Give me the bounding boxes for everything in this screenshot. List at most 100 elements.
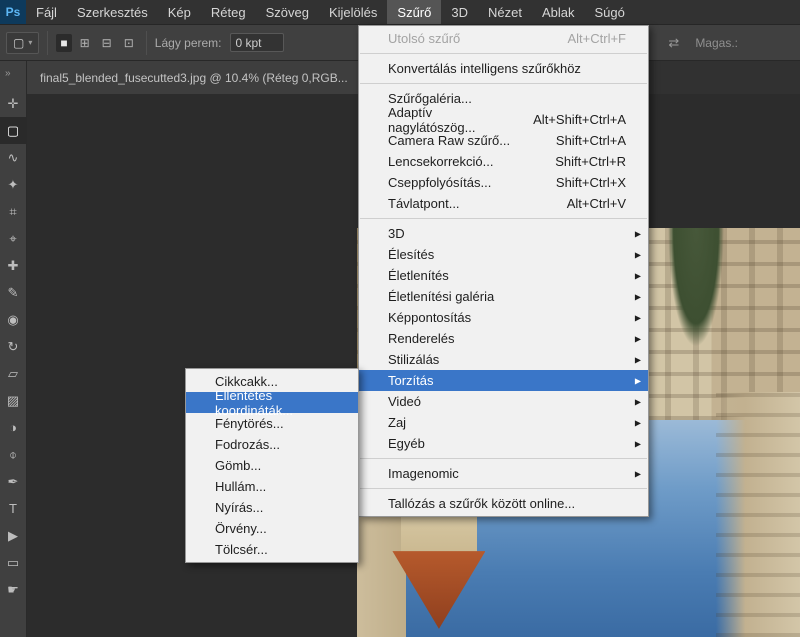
filter-menu-item[interactable]: ▶ xyxy=(360,488,647,489)
eyedropper-tool[interactable]: ⌖ xyxy=(0,225,27,252)
spot-healing-brush-tool[interactable]: ✚ xyxy=(0,252,27,279)
lasso-tool[interactable]: ∿ xyxy=(0,144,27,171)
filter-menu-item[interactable]: ▶ xyxy=(360,83,647,84)
filter-menu-item[interactable]: Camera Raw szűrő... Shift+Ctrl+A ▶ xyxy=(359,130,648,151)
menubar-item[interactable]: Kép xyxy=(158,0,201,24)
filter-menu-item[interactable]: 3D ▶ xyxy=(359,223,648,244)
filter-menu-item[interactable]: ▶ xyxy=(360,218,647,219)
menubar-item-label: Réteg xyxy=(211,5,246,20)
menubar-item[interactable]: Ablak xyxy=(532,0,585,24)
filter-menu-item[interactable]: Adaptív nagylátószög... Alt+Shift+Ctrl+A… xyxy=(359,109,648,130)
menubar-item[interactable]: Nézet xyxy=(478,0,532,24)
hand-tool[interactable]: ☛ xyxy=(0,576,27,603)
filter-menu-item[interactable]: Torzítás ▶ xyxy=(359,370,648,391)
toolbar-tools: ✛ ▢ ∿ ✦ ⌗ ⌖ ✚ xyxy=(0,90,27,603)
feather-input[interactable] xyxy=(230,33,284,52)
add-to-selection-icon[interactable]: ⊞ xyxy=(76,34,94,52)
type-tool[interactable]: T xyxy=(0,495,27,522)
menubar-item-label: Szöveg xyxy=(266,5,309,20)
submenu-item[interactable]: Hullám... xyxy=(186,476,358,497)
eraser-tool[interactable]: ▱ xyxy=(0,360,27,387)
collapse-panel-icon[interactable]: » xyxy=(5,61,11,90)
filter-menu-item[interactable]: Távlatpont... Alt+Ctrl+V ▶ xyxy=(359,193,648,214)
filter-menu: Utolsó szűrő Alt+Ctrl+F ▶ ▶ Konvertálás … xyxy=(358,25,649,517)
document-tab[interactable]: final5_blended_fusecutted3.jpg @ 10.4% (… xyxy=(27,61,362,94)
rectangular-marquee-tool[interactable]: ▢ xyxy=(0,117,27,144)
swap-dimensions-icon[interactable]: ⇄ xyxy=(668,35,679,51)
submenu-item[interactable]: Nyírás... xyxy=(186,497,358,518)
menu-item-label: Lencsekorrekció... xyxy=(388,154,494,169)
menu-item-label: Hullám... xyxy=(215,479,266,494)
tool-icon: ▭ xyxy=(7,555,19,571)
menu-item-label: Egyéb xyxy=(388,436,425,451)
menu-item-label: Cseppfolyósítás... xyxy=(388,175,491,190)
menubar-item-label: Nézet xyxy=(488,5,522,20)
submenu-arrow-icon: ▶ xyxy=(635,397,641,406)
tool-icon: T xyxy=(9,501,17,516)
pen-tool[interactable]: ✒ xyxy=(0,468,27,495)
filter-menu-item[interactable]: Életlenítési galéria ▶ xyxy=(359,286,648,307)
filter-menu-item[interactable]: Élesítés ▶ xyxy=(359,244,648,265)
menu-item-label: Torzítás xyxy=(388,373,434,388)
history-brush-tool[interactable]: ↻ xyxy=(0,333,27,360)
tool-icon: ⌗ xyxy=(9,204,16,220)
quick-selection-tool[interactable]: ✦ xyxy=(0,171,27,198)
submenu-arrow-icon: ▶ xyxy=(635,418,641,427)
filter-menu-item[interactable]: Lencsekorrekció... Shift+Ctrl+R ▶ xyxy=(359,151,648,172)
new-selection-icon[interactable]: ■ xyxy=(56,34,71,52)
document-tab-title: final5_blended_fusecutted3.jpg @ 10.4% (… xyxy=(40,71,348,85)
submenu-item[interactable]: Tölcsér... xyxy=(186,539,358,560)
gradient-tool[interactable]: ▨ xyxy=(0,387,27,414)
filter-menu-item[interactable]: Stilizálás ▶ xyxy=(359,349,648,370)
submenu-arrow-icon: ▶ xyxy=(635,271,641,280)
filter-menu-item[interactable]: Zaj ▶ xyxy=(359,412,648,433)
filter-menu-item[interactable]: Egyéb ▶ xyxy=(359,433,648,454)
submenu-item[interactable]: Gömb... xyxy=(186,455,358,476)
shape-tool[interactable]: ▭ xyxy=(0,549,27,576)
menubar-item[interactable]: Szűrő xyxy=(387,0,441,24)
subtract-from-selection-icon[interactable]: ⊟ xyxy=(98,34,116,52)
filter-menu-item[interactable]: Imagenomic ▶ xyxy=(359,463,648,484)
move-tool[interactable]: ✛ xyxy=(0,90,27,117)
submenu-item[interactable]: Örvény... xyxy=(186,518,358,539)
blur-tool[interactable]: ◑ xyxy=(0,414,27,441)
intersect-selection-icon[interactable]: ⊡ xyxy=(120,34,138,52)
filter-menu-item[interactable]: Tallózás a szűrők között online... ▶ xyxy=(359,493,648,514)
brush-tool[interactable]: ✎ xyxy=(0,279,27,306)
tool-icon: ▢ xyxy=(7,123,19,139)
filter-menu-item[interactable]: Konvertálás intelligens szűrőkhöz ▶ xyxy=(359,58,648,79)
filter-menu-item[interactable]: Cseppfolyósítás... Shift+Ctrl+X ▶ xyxy=(359,172,648,193)
menubar-item-label: Fájl xyxy=(36,5,57,20)
filter-menu-item[interactable]: Életlenítés ▶ xyxy=(359,265,648,286)
tool-icon: ▱ xyxy=(8,366,18,382)
submenu-item[interactable]: Ellentétes koordináták... xyxy=(186,392,358,413)
filter-menu-item[interactable]: Utolsó szűrő Alt+Ctrl+F ▶ xyxy=(359,28,648,49)
menu-item-label: Fodrozás... xyxy=(215,437,280,452)
clone-stamp-tool[interactable]: ◉ xyxy=(0,306,27,333)
filter-menu-item[interactable]: Renderelés ▶ xyxy=(359,328,648,349)
menubar-item[interactable]: Réteg xyxy=(201,0,256,24)
menubar-item[interactable]: Szöveg xyxy=(256,0,319,24)
submenu-arrow-icon: ▶ xyxy=(635,250,641,259)
filter-menu-item[interactable]: ▶ xyxy=(360,458,647,459)
filter-menu-item[interactable]: ▶ xyxy=(360,53,647,54)
path-selection-tool[interactable]: ▶ xyxy=(0,522,27,549)
menu-item-label: Camera Raw szűrő... xyxy=(388,133,510,148)
menubar-item[interactable]: Fájl xyxy=(26,0,67,24)
filter-menu-item[interactable]: Videó ▶ xyxy=(359,391,648,412)
menubar-item-label: Kijelölés xyxy=(329,5,377,20)
menubar-item[interactable]: Kijelölés xyxy=(319,0,387,24)
crop-tool[interactable]: ⌗ xyxy=(0,198,27,225)
tool-preset-button[interactable]: ▢ ▾ xyxy=(6,32,39,54)
menu-item-shortcut: Shift+Ctrl+X xyxy=(532,175,626,190)
menubar-item[interactable]: Szerkesztés xyxy=(67,0,158,24)
menubar-item[interactable]: 3D xyxy=(441,0,478,24)
submenu-item[interactable]: Fénytörés... xyxy=(186,413,358,434)
filter-menu-item[interactable]: Képpontosítás ▶ xyxy=(359,307,648,328)
dodge-tool[interactable]: ⌽ xyxy=(0,441,27,468)
menu-item-shortcut: Shift+Ctrl+R xyxy=(531,154,626,169)
options-right-group: ⇄ Magas.: xyxy=(668,35,738,51)
tool-icon: ⌖ xyxy=(9,231,16,247)
menubar-item[interactable]: Súgó xyxy=(585,0,635,24)
submenu-item[interactable]: Fodrozás... xyxy=(186,434,358,455)
